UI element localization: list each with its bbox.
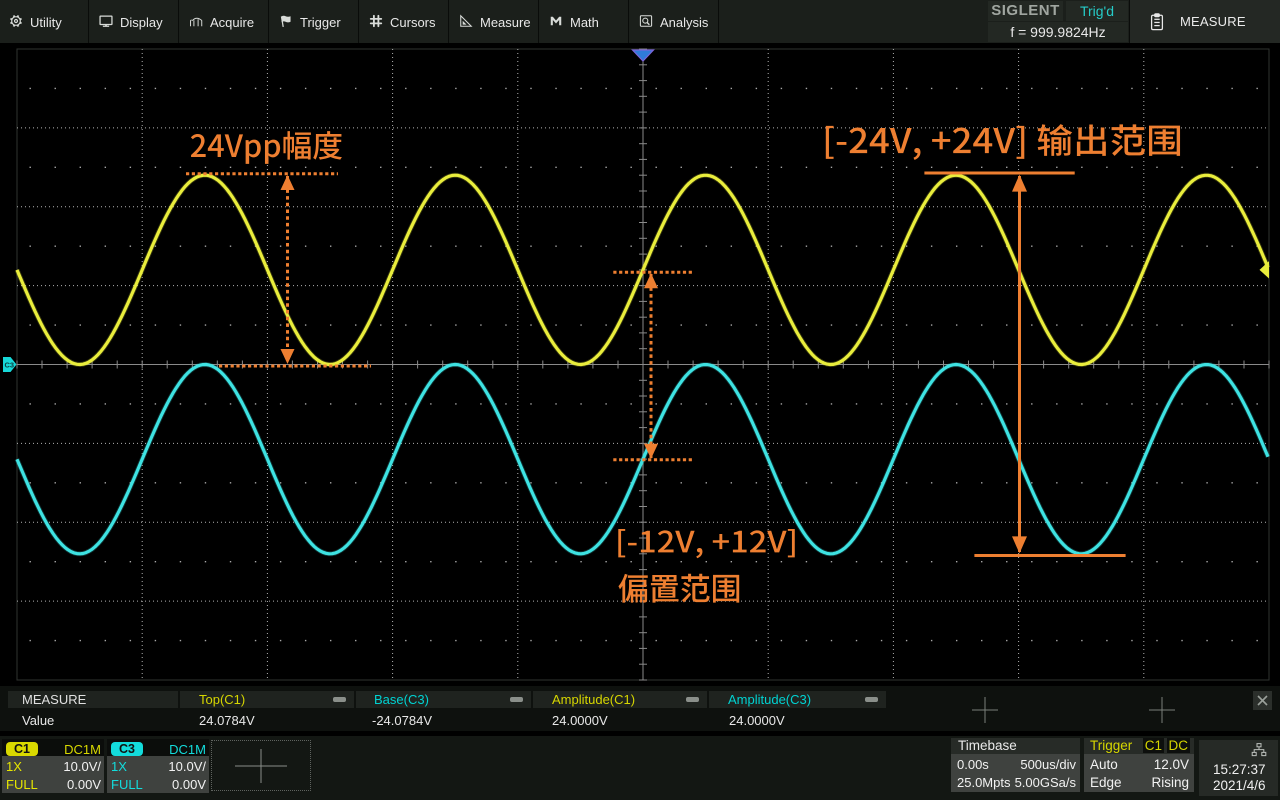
svg-text:C3: C3 xyxy=(5,361,15,370)
